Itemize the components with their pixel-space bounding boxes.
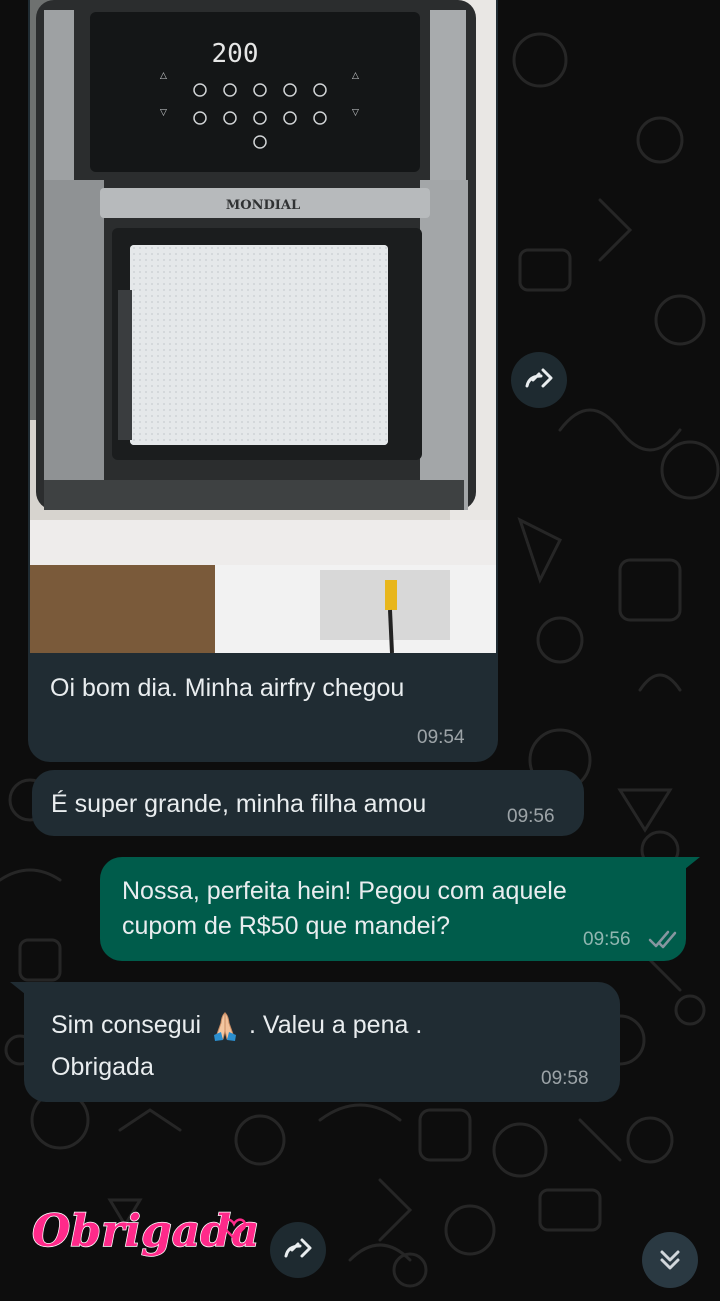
forward-button[interactable]	[270, 1222, 326, 1278]
message-time: 09:56	[583, 929, 631, 950]
bubble-tail	[680, 857, 700, 873]
message-text-line2: cupom de R$50 que mandei?	[122, 912, 451, 940]
message-text-part: Sim consegui	[51, 1011, 202, 1039]
double-chevron-down-icon	[660, 1250, 680, 1270]
forward-arrow-icon	[525, 368, 553, 388]
scroll-to-bottom-button[interactable]	[642, 1232, 698, 1288]
message-text-line1: Sim consegui . Valeu a pena .	[51, 1008, 422, 1043]
message-text-line2: Obrigada	[51, 1053, 154, 1081]
air-fryer-photo[interactable]: 200 △ △ ▽ ▽ MONDIAL	[30, 0, 496, 653]
incoming-message-bubble[interactable]: É super grande, minha filha amou 09:56	[32, 770, 584, 836]
obrigada-sticker[interactable]: Obrigada	[28, 1188, 260, 1268]
sticker-text: Obrigada	[32, 1206, 258, 1257]
message-text-line1: Nossa, perfeita hein! Pegou com aquele	[122, 877, 567, 905]
incoming-message-bubble[interactable]: Sim consegui . Valeu a pena . Obrigada 0…	[24, 982, 620, 1102]
outgoing-message-bubble[interactable]: Nossa, perfeita hein! Pegou com aquele c…	[100, 857, 686, 961]
message-text-part: . Valeu a pena .	[248, 1011, 423, 1039]
forward-arrow-icon	[284, 1238, 312, 1258]
svg-text:△: △	[352, 71, 359, 81]
message-text: É super grande, minha filha amou	[51, 790, 427, 818]
message-time: 09:56	[507, 806, 555, 827]
message-time: 09:54	[417, 727, 465, 748]
svg-text:▽: ▽	[160, 108, 167, 118]
brand-label: MONDIAL	[226, 198, 300, 213]
message-caption: Oi bom dia. Minha airfry chegou	[50, 674, 405, 702]
bubble-tail	[10, 982, 30, 998]
svg-text:▽: ▽	[352, 108, 359, 118]
folded-hands-emoji-icon	[214, 1012, 237, 1042]
read-receipt-icon	[648, 930, 677, 949]
svg-text:△: △	[160, 71, 167, 81]
message-time: 09:58	[541, 1068, 589, 1089]
forward-button[interactable]	[511, 352, 567, 408]
image-message-bubble[interactable]: 200 △ △ ▽ ▽ MONDIAL Oi bom dia. Minha ai…	[28, 0, 498, 762]
oven-display: 200	[212, 39, 259, 69]
